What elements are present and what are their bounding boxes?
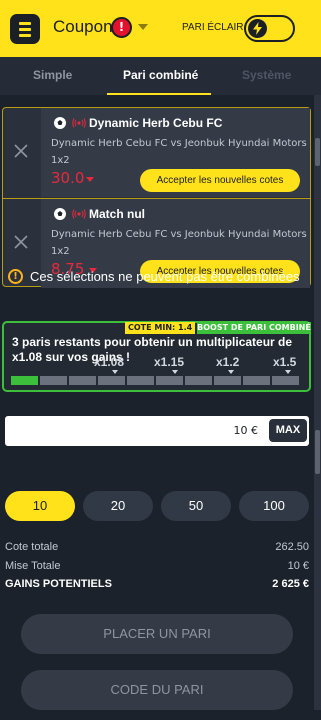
- place-bet-button[interactable]: PLACER UN PARI: [21, 614, 293, 654]
- coupon-title[interactable]: Coupon: [53, 17, 113, 37]
- total-stake-label: Mise Totale: [5, 560, 61, 572]
- multiplier-label: x1.5: [273, 355, 297, 369]
- remove-selection-button[interactable]: [3, 108, 41, 197]
- event-name: Dynamic Herb Cebu FC vs Jeonbuk Hyundai …: [51, 138, 307, 149]
- total-odds-label: Cote totale: [5, 541, 59, 553]
- alert-icon: !: [111, 17, 132, 38]
- event-name: Dynamic Herb Cebu FC vs Jeonbuk Hyundai …: [51, 229, 307, 240]
- max-stake-button[interactable]: MAX: [269, 419, 307, 442]
- multiplier-label: x1.15: [154, 355, 185, 369]
- selection-name: Match nul: [89, 207, 145, 221]
- marker-icon: [172, 370, 178, 374]
- live-icon: [72, 118, 86, 128]
- scrollbar-thumb[interactable]: [315, 138, 320, 166]
- stake-preset-100[interactable]: 100: [239, 491, 309, 521]
- bet-code-button[interactable]: CODE DU PARI: [21, 670, 293, 710]
- marker-icon: [285, 370, 291, 374]
- soccer-ball-icon: [54, 208, 66, 220]
- tab-systeme[interactable]: Système: [242, 68, 291, 82]
- stake-value[interactable]: 10 €: [234, 424, 259, 437]
- scrollbar-track[interactable]: [314, 95, 321, 710]
- progress-segment: [156, 376, 183, 385]
- combination-warning: Ces sélections ne peuvent pas être combi…: [30, 269, 300, 284]
- total-stake-value: 10 €: [287, 560, 309, 572]
- progress-segment: [127, 376, 154, 385]
- boost-badge: BOOST DE PARI COMBINÉ: [197, 322, 311, 334]
- progress-segment: [214, 376, 241, 385]
- potential-gains-label: GAINS POTENTIELS: [5, 578, 112, 590]
- warning-icon: !: [8, 269, 23, 284]
- soccer-ball-icon: [54, 117, 66, 129]
- progress-segment: [40, 376, 67, 385]
- progress-segment: [69, 376, 96, 385]
- odds-value: 30.0: [51, 169, 85, 187]
- close-icon: [14, 144, 28, 158]
- pari-eclair-label: PARI ÉCLAIR: [182, 22, 244, 33]
- accept-new-odds-button[interactable]: Accepter les nouvelles cotes: [140, 169, 300, 192]
- active-tab-indicator: [107, 93, 211, 95]
- lightning-icon: [248, 19, 267, 38]
- scrollbar-thumb[interactable]: [315, 430, 320, 474]
- stake-preset-20[interactable]: 20: [83, 491, 153, 521]
- chevron-down-icon[interactable]: [138, 24, 148, 30]
- potential-gains-value: 2 625 €: [272, 578, 309, 590]
- progress-segment: [272, 376, 299, 385]
- selection-name: Dynamic Herb Cebu FC: [89, 116, 223, 130]
- close-icon: [14, 235, 28, 249]
- marker-icon: [112, 370, 118, 374]
- bet-type-tabs: Simple Pari combiné Système: [0, 57, 321, 95]
- progress-segment: [185, 376, 212, 385]
- tab-simple[interactable]: Simple: [33, 68, 72, 82]
- menu-icon[interactable]: [10, 14, 40, 44]
- selection-item: Dynamic Herb Cebu FC Dynamic Herb Cebu F…: [3, 108, 310, 197]
- odds-down-icon: [86, 177, 94, 182]
- progress-segment: [98, 376, 125, 385]
- selection-body: Dynamic Herb Cebu FC Dynamic Herb Cebu F…: [41, 108, 310, 197]
- stake-preset-10[interactable]: 10: [5, 491, 75, 521]
- multiplier-label: x1.08: [94, 355, 125, 369]
- combo-boost-panel: COTE MIN: 1.4 BOOST DE PARI COMBINÉ 3 pa…: [2, 321, 311, 392]
- total-odds-value: 262.50: [275, 541, 309, 553]
- stake-preset-50[interactable]: 50: [161, 491, 231, 521]
- coupon-header: Coupon ! PARI ÉCLAIR: [0, 0, 321, 57]
- progress-segment: [11, 376, 38, 385]
- live-icon: [72, 209, 86, 219]
- marker-icon: [228, 370, 234, 374]
- market-name: 1x2: [51, 246, 70, 257]
- market-name: 1x2: [51, 155, 70, 166]
- stake-input[interactable]: 10 € MAX: [5, 416, 309, 446]
- min-odds-badge: COTE MIN: 1.4: [125, 322, 196, 334]
- multiplier-label: x1.2: [216, 355, 240, 369]
- progress-segment: [243, 376, 270, 385]
- selections-list: Dynamic Herb Cebu FC Dynamic Herb Cebu F…: [2, 107, 311, 288]
- pari-eclair-toggle[interactable]: [244, 15, 295, 42]
- tab-pari-combine[interactable]: Pari combiné: [123, 68, 198, 82]
